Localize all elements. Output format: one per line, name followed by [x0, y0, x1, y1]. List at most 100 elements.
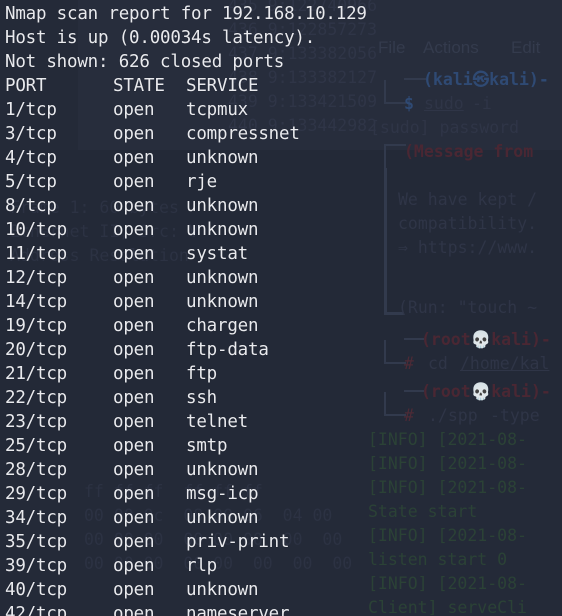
- bg-root-symbol: #: [404, 354, 414, 373]
- background-panel-bottom: [0, 460, 562, 616]
- table-row: 4/tcp open unknown: [0, 146, 562, 170]
- bg-message-from-line: (Message from: [404, 142, 534, 161]
- port-value: 12/tcp: [5, 268, 68, 288]
- service-value: compressnet: [186, 124, 300, 144]
- table-row: 23/tcp open telnet: [0, 410, 562, 434]
- state-value: open: [113, 316, 155, 336]
- state-value: open: [113, 268, 155, 288]
- nmap-scan-report-line: Nmap scan report for 192.168.10.129: [5, 4, 367, 24]
- bg-notice-line-1: We have kept /: [398, 190, 538, 209]
- bg-prompt-rail: [384, 168, 387, 314]
- port-value: 42/tcp: [5, 604, 68, 616]
- column-header-service: SERVICE: [186, 76, 259, 96]
- bg-prompt-bracket: [384, 392, 386, 416]
- bg-command-sudo-arg: -i: [472, 94, 492, 113]
- port-value: 25/tcp: [5, 436, 68, 456]
- service-value: ssh: [186, 388, 218, 408]
- bg-prompt-bracket: [404, 78, 426, 80]
- bg-root-prompt: (root💀kali)-: [421, 330, 551, 349]
- state-value: open: [113, 148, 155, 168]
- service-value: ftp: [186, 364, 218, 384]
- port-value: 4/tcp: [5, 148, 57, 168]
- port-value: 21/tcp: [5, 364, 68, 384]
- port-value: 28/tcp: [5, 460, 68, 480]
- bg-notice-line-2: compatibility.: [398, 214, 538, 233]
- table-row: 40/tcp open unknown: [0, 578, 562, 602]
- service-value: unknown: [186, 508, 259, 528]
- service-value: unknown: [186, 268, 259, 288]
- table-row: 29/tcp open msg-icp: [0, 482, 562, 506]
- nmap-output: Nmap scan report for 192.168.10.129 Host…: [0, 0, 562, 616]
- background-panel-top: [78, 0, 562, 150]
- service-value: unknown: [186, 580, 259, 600]
- service-value: systat: [186, 244, 249, 264]
- table-row: 19/tcp open chargen: [0, 314, 562, 338]
- bg-capture-number: 438 9:133382127: [228, 68, 378, 87]
- bg-log-line: listen start 0: [368, 550, 508, 569]
- state-value: open: [113, 196, 155, 216]
- state-value: open: [113, 292, 155, 312]
- bg-log-line: [INFO] [2021-08-: [368, 574, 527, 593]
- bg-prompt-bracket: [404, 390, 424, 392]
- background-panel-middle: [0, 150, 562, 616]
- bg-prompt-user: (kali㉿kali)-: [423, 70, 549, 89]
- port-value: 39/tcp: [5, 556, 68, 576]
- service-value: ftp-data: [186, 340, 269, 360]
- bg-prompt-bracket: [384, 340, 386, 364]
- table-row: 20/tcp open ftp-data: [0, 338, 562, 362]
- port-value: 5/tcp: [5, 172, 57, 192]
- bg-notice-line-3: ⇒ https://www.: [398, 238, 538, 257]
- state-value: open: [113, 556, 155, 576]
- table-row: 14/tcp open unknown: [0, 290, 562, 314]
- bg-spp-command: ./spp: [428, 406, 478, 425]
- table-row: 25/tcp open smtp: [0, 434, 562, 458]
- state-value: open: [113, 436, 155, 456]
- bg-menu-actions[interactable]: Actions: [423, 36, 479, 60]
- state-value: open: [113, 460, 155, 480]
- bg-prompt-bracket: [384, 102, 406, 104]
- bg-cd-path: /home/kal: [460, 354, 550, 373]
- nmap-not-shown-line: Not shown: 626 closed ports: [5, 52, 285, 72]
- service-value: unknown: [186, 220, 259, 240]
- bg-menu-edit[interactable]: Edit: [511, 36, 540, 60]
- table-row: 12/tcp open unknown: [0, 266, 562, 290]
- bg-log-line: Client] serveCli: [368, 598, 527, 616]
- bg-packet-detail-line: Address Resolution: [10, 246, 189, 265]
- background-window-layer: 435 9:122740966 436 9:122857273 437 9:13…: [0, 0, 562, 616]
- port-value: 19/tcp: [5, 316, 68, 336]
- bg-prompt-bracket: [384, 144, 386, 168]
- port-value: 40/tcp: [5, 580, 68, 600]
- bg-root-prompt-2: (root💀kali)-: [421, 382, 551, 401]
- port-value: 22/tcp: [5, 388, 68, 408]
- table-row: 42/tcp open nameserver: [0, 602, 562, 616]
- bg-hex-dump-line: 00 00 0c 08 00 06 04 00: [84, 506, 333, 525]
- state-value: open: [113, 388, 155, 408]
- state-value: open: [113, 412, 155, 432]
- bg-capture-number: 435 9:122740966: [228, 0, 378, 15]
- bg-cd-command: cd: [428, 354, 448, 373]
- bg-spp-arg: -type: [490, 406, 540, 425]
- port-value: 1/tcp: [5, 100, 57, 120]
- bg-log-line: [INFO] [2021-08-: [368, 430, 527, 449]
- state-value: open: [113, 244, 155, 264]
- bg-run-touch-line: (Run: "touch ~: [398, 298, 538, 317]
- port-value: 20/tcp: [5, 340, 68, 360]
- bg-root-symbol-2: #: [404, 406, 414, 425]
- port-value: 11/tcp: [5, 244, 68, 264]
- bg-prompt-bracket: [404, 338, 424, 340]
- state-value: open: [113, 580, 155, 600]
- table-row: 35/tcp open priv-print: [0, 530, 562, 554]
- port-value: 10/tcp: [5, 220, 68, 240]
- bg-prompt-bracket: [384, 414, 406, 416]
- bg-prompt-bracket: [384, 80, 386, 104]
- service-value: telnet: [186, 412, 249, 432]
- service-value: unknown: [186, 196, 259, 216]
- bg-capture-number: 439 9:133421509: [228, 92, 378, 111]
- bg-hex-dump-line: ff ff ff ff ff ff: [84, 482, 263, 501]
- table-row: 39/tcp open rlp: [0, 554, 562, 578]
- state-value: open: [113, 100, 155, 120]
- table-row: 8/tcp open unknown: [0, 194, 562, 218]
- table-row: 28/tcp open unknown: [0, 458, 562, 482]
- bg-menu-file[interactable]: File: [378, 36, 405, 60]
- table-row: 3/tcp open compressnet: [0, 122, 562, 146]
